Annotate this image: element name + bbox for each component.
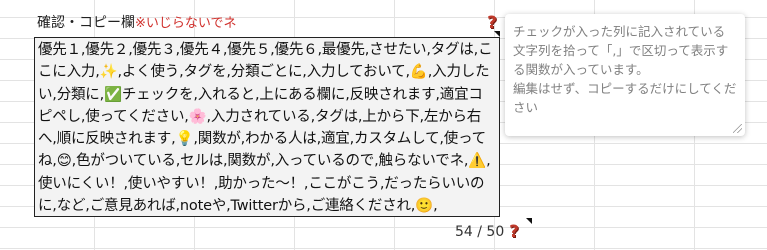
note-content: チェックが入った列に記入されている文字列を拾って「,」で区切って表示する関数が入…: [513, 24, 737, 115]
cell-note-popup[interactable]: チェックが入った列に記入されている文字列を拾って「,」で区切って表示する関数が入…: [505, 14, 745, 136]
cell-content[interactable]: 優先１,優先２,優先３,優先４,優先５,優先６,最優先,させたい,タグは,ここに…: [38, 39, 496, 217]
cell-title: 確認・コピー欄※いじらないでネ: [37, 14, 237, 33]
help-icon-bottom[interactable]: ?: [506, 222, 522, 242]
char-counter: 54 / 50: [455, 224, 505, 240]
title-warning: ※いじらないでネ: [135, 16, 237, 31]
help-icon[interactable]: ?: [484, 13, 500, 33]
resize-handle-icon[interactable]: [733, 124, 742, 133]
note-indicator-icon-bottom: [526, 218, 532, 224]
copy-cell[interactable]: 優先１,優先２,優先３,優先４,優先５,優先６,最優先,させたい,タグは,ここに…: [34, 37, 500, 217]
title-label: 確認・コピー欄: [37, 15, 135, 31]
